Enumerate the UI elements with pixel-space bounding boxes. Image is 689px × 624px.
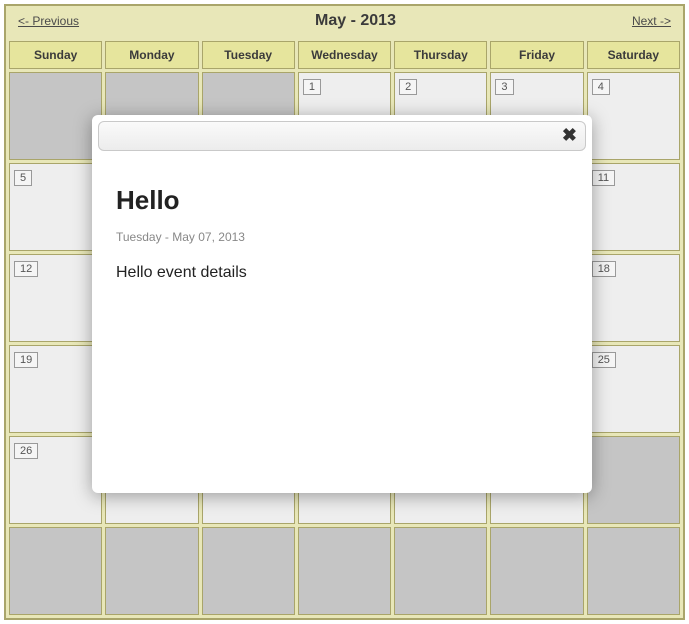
day-cell[interactable]: 12 (9, 254, 102, 342)
day-cell[interactable] (394, 527, 487, 615)
day-cell[interactable] (490, 527, 583, 615)
month-title: May - 2013 (315, 12, 396, 30)
day-cell[interactable] (105, 527, 198, 615)
next-link[interactable]: Next -> (632, 14, 671, 28)
day-number: 12 (14, 261, 38, 277)
close-icon[interactable]: ✖ (562, 126, 577, 144)
dialog-body: Hello Tuesday - May 07, 2013 Hello event… (92, 157, 592, 292)
dialog-titlebar[interactable]: ✖ (98, 121, 586, 151)
day-cell[interactable]: 26 (9, 436, 102, 524)
day-number: 25 (592, 352, 616, 368)
day-cell[interactable]: 4 (587, 72, 680, 160)
day-number: 18 (592, 261, 616, 277)
day-header: Friday (490, 41, 583, 69)
day-cell[interactable] (9, 72, 102, 160)
day-number: 4 (592, 79, 610, 95)
day-number: 1 (303, 79, 321, 95)
day-cell[interactable]: 11 (587, 163, 680, 251)
day-cell[interactable] (9, 527, 102, 615)
day-number: 3 (495, 79, 513, 95)
calendar-header: <- Previous May - 2013 Next -> (6, 6, 683, 38)
day-cell[interactable] (587, 527, 680, 615)
day-cell[interactable] (587, 436, 680, 524)
day-header: Monday (105, 41, 198, 69)
day-header: Sunday (9, 41, 102, 69)
day-header: Wednesday (298, 41, 391, 69)
day-cell[interactable]: 19 (9, 345, 102, 433)
day-number: 2 (399, 79, 417, 95)
event-date: Tuesday - May 07, 2013 (116, 230, 568, 244)
day-cell[interactable] (202, 527, 295, 615)
day-header: Saturday (587, 41, 680, 69)
day-number: 11 (592, 170, 615, 186)
day-number: 26 (14, 443, 38, 459)
prev-link[interactable]: <- Previous (18, 14, 79, 28)
day-number: 19 (14, 352, 38, 368)
day-cell[interactable]: 5 (9, 163, 102, 251)
day-number: 5 (14, 170, 32, 186)
event-details: Hello event details (116, 264, 568, 282)
event-dialog: ✖ Hello Tuesday - May 07, 2013 Hello eve… (92, 115, 592, 493)
event-title: Hello (116, 185, 568, 216)
day-cell[interactable]: 25 (587, 345, 680, 433)
day-cell[interactable]: 18 (587, 254, 680, 342)
day-cell[interactable] (298, 527, 391, 615)
day-header: Thursday (394, 41, 487, 69)
day-header: Tuesday (202, 41, 295, 69)
